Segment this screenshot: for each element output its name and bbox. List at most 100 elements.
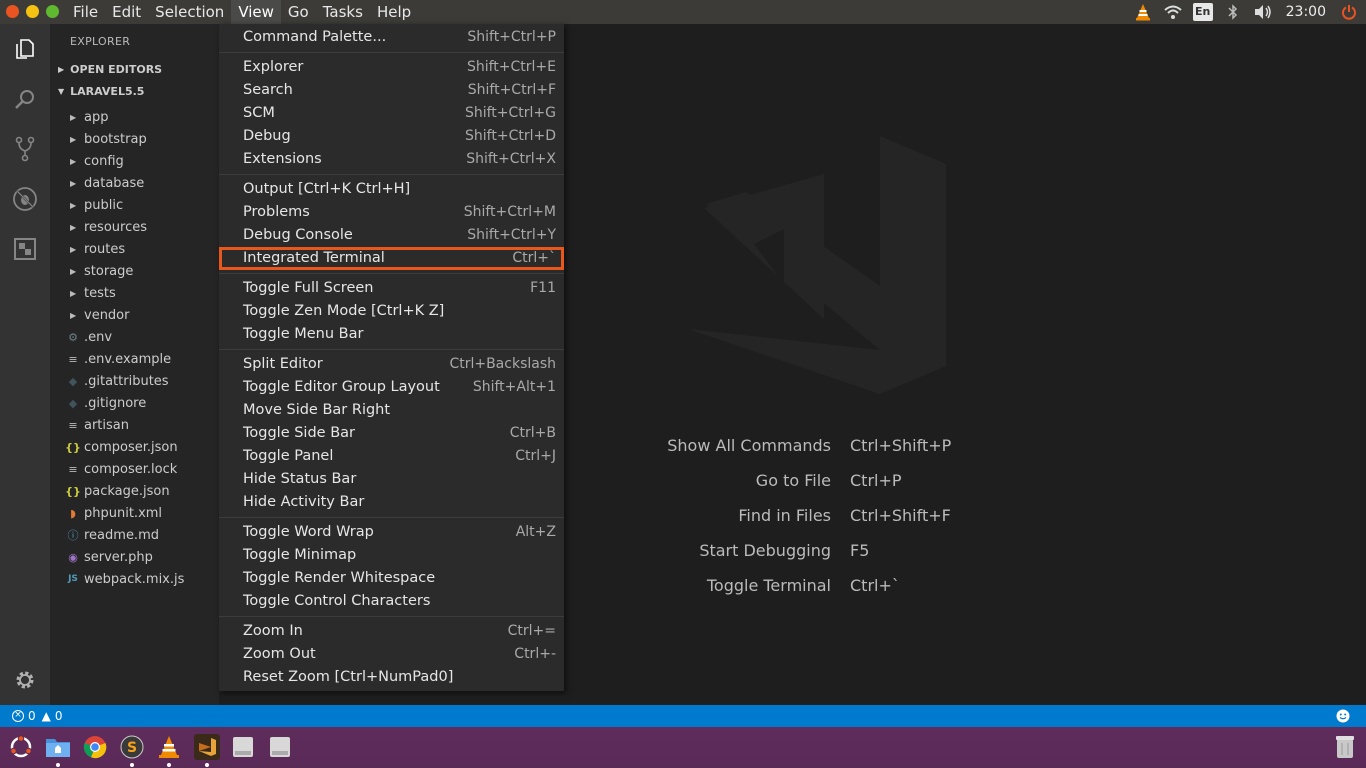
menu-item-integrated-terminal[interactable]: Integrated Terminal Ctrl+` (219, 247, 564, 270)
tree-folder-storage[interactable]: ▶ storage (50, 260, 219, 282)
tree-file-webpack-mix-js[interactable]: JS webpack.mix.js (50, 568, 219, 590)
tree-folder-label: database (84, 175, 145, 191)
menu-item-extensions[interactable]: Extensions Shift+Ctrl+X (219, 148, 564, 171)
clock[interactable]: 23:00 (1286, 4, 1326, 20)
menu-separator (219, 52, 564, 53)
tree-folder-database[interactable]: ▶ database (50, 172, 219, 194)
tree-file-artisan[interactable]: ≡ artisan (50, 414, 219, 436)
menu-item-hide-activity-bar[interactable]: Hide Activity Bar (219, 491, 564, 514)
vscode-icon[interactable] (194, 734, 220, 767)
tree-file-label: .env (84, 329, 113, 345)
menu-item-toggle-editor-group-layout[interactable]: Toggle Editor Group Layout Shift+Alt+1 (219, 376, 564, 399)
trash-icon[interactable] (1332, 734, 1358, 760)
files-folder-icon[interactable] (45, 734, 71, 767)
tree-folder-vendor[interactable]: ▶ vendor (50, 304, 219, 326)
menu-edit[interactable]: Edit (105, 0, 148, 24)
menu-item-debug-console[interactable]: Debug Console Shift+Ctrl+Y (219, 224, 564, 247)
shortcut-label-start-debugging[interactable]: Start Debugging (631, 541, 831, 560)
tree-folder-routes[interactable]: ▶ routes (50, 238, 219, 260)
menu-selection[interactable]: Selection (148, 0, 231, 24)
tree-folder-config[interactable]: ▶ config (50, 150, 219, 172)
tree-folder-resources[interactable]: ▶ resources (50, 216, 219, 238)
menu-item-toggle-minimap[interactable]: Toggle Minimap (219, 544, 564, 567)
tree-folder-label: app (84, 109, 109, 125)
tree-folder-tests[interactable]: ▶ tests (50, 282, 219, 304)
keyboard-language-indicator[interactable]: En (1192, 0, 1214, 24)
menu-file[interactable]: File (66, 0, 105, 24)
settings-gear-icon[interactable] (0, 655, 50, 705)
project-section[interactable]: ▼ LARAVEL5.5 (58, 85, 144, 98)
vlc-icon[interactable] (156, 734, 182, 767)
debug-icon[interactable] (0, 174, 50, 224)
menu-item-zoom-in[interactable]: Zoom In Ctrl+= (219, 620, 564, 643)
search-icon[interactable] (0, 74, 50, 124)
tree-folder-app[interactable]: ▶ app (50, 106, 219, 128)
ubuntu-logo-icon[interactable] (8, 734, 34, 760)
tree-folder-label: bootstrap (84, 131, 147, 147)
system-tray: En 23:00 (1128, 0, 1366, 24)
tree-file-server-php[interactable]: ◉ server.php (50, 546, 219, 568)
menu-item-output-ctrl-k-ctrl-h[interactable]: Output [Ctrl+K Ctrl+H] (219, 178, 564, 201)
drive-icon-2[interactable] (267, 734, 293, 760)
volume-icon[interactable] (1252, 0, 1274, 24)
menu-help[interactable]: Help (370, 0, 418, 24)
tree-file-package-json[interactable]: {} package.json (50, 480, 219, 502)
menu-go[interactable]: Go (281, 0, 316, 24)
menu-item-toggle-render-whitespace[interactable]: Toggle Render Whitespace (219, 567, 564, 590)
tree-file-composer-json[interactable]: {} composer.json (50, 436, 219, 458)
shortcut-label-show-all-commands[interactable]: Show All Commands (631, 436, 831, 455)
feedback-smiley-icon[interactable] (1336, 709, 1350, 726)
menu-item-explorer[interactable]: Explorer Shift+Ctrl+E (219, 56, 564, 79)
menu-item-toggle-zen-mode-ctrl-k-z[interactable]: Toggle Zen Mode [Ctrl+K Z] (219, 300, 564, 323)
menu-tasks[interactable]: Tasks (316, 0, 370, 24)
source-control-icon[interactable] (0, 124, 50, 174)
menu-item-toggle-side-bar[interactable]: Toggle Side Bar Ctrl+B (219, 422, 564, 445)
shortcut-label-go-to-file[interactable]: Go to File (631, 471, 831, 490)
menu-item-toggle-panel[interactable]: Toggle Panel Ctrl+J (219, 445, 564, 468)
tree-file-gitignore[interactable]: ◆ .gitignore (50, 392, 219, 414)
extensions-icon[interactable] (0, 224, 50, 274)
menu-item-label: Integrated Terminal (243, 250, 385, 266)
window-minimize-button[interactable] (26, 5, 39, 18)
menu-item-command-palette[interactable]: Command Palette... Shift+Ctrl+P (219, 26, 564, 49)
window-close-button[interactable] (6, 5, 19, 18)
explorer-icon[interactable] (0, 24, 50, 74)
tree-file-gitattributes[interactable]: ◆ .gitattributes (50, 370, 219, 392)
tree-file-env[interactable]: ⚙ .env (50, 326, 219, 348)
window-maximize-button[interactable] (46, 5, 59, 18)
menu-item-move-side-bar-right[interactable]: Move Side Bar Right (219, 399, 564, 422)
shortcut-label-find-in-files[interactable]: Find in Files (631, 506, 831, 525)
problems-status[interactable]: × 0 ▲ 0 (12, 709, 63, 723)
menu-item-zoom-out[interactable]: Zoom Out Ctrl+- (219, 643, 564, 666)
menu-item-problems[interactable]: Problems Shift+Ctrl+M (219, 201, 564, 224)
shortcut-label-toggle-terminal[interactable]: Toggle Terminal (631, 576, 831, 595)
chrome-icon[interactable] (82, 734, 108, 760)
open-editors-section[interactable]: ▶ OPEN EDITORS (58, 63, 162, 76)
sublime-text-icon[interactable]: S (119, 734, 145, 767)
tree-folder-bootstrap[interactable]: ▶ bootstrap (50, 128, 219, 150)
menu-item-hide-status-bar[interactable]: Hide Status Bar (219, 468, 564, 491)
menu-item-toggle-word-wrap[interactable]: Toggle Word Wrap Alt+Z (219, 521, 564, 544)
bluetooth-icon[interactable] (1222, 0, 1244, 24)
wifi-icon[interactable] (1162, 0, 1184, 24)
menu-item-scm[interactable]: SCM Shift+Ctrl+G (219, 102, 564, 125)
menu-item-label: Hide Activity Bar (243, 494, 365, 510)
running-indicator (205, 763, 209, 767)
tree-file-readme-md[interactable]: ⓘ readme.md (50, 524, 219, 546)
menu-item-toggle-menu-bar[interactable]: Toggle Menu Bar (219, 323, 564, 346)
menu-item-debug[interactable]: Debug Shift+Ctrl+D (219, 125, 564, 148)
menu-item-toggle-full-screen[interactable]: Toggle Full Screen F11 (219, 277, 564, 300)
tree-file-composer-lock[interactable]: ≡ composer.lock (50, 458, 219, 480)
drive-icon-1[interactable] (230, 734, 256, 760)
tree-file-env-example[interactable]: ≡ .env.example (50, 348, 219, 370)
power-icon[interactable] (1338, 0, 1360, 24)
menu-item-reset-zoom-ctrl-numpad0[interactable]: Reset Zoom [Ctrl+NumPad0] (219, 666, 564, 689)
tree-folder-public[interactable]: ▶ public (50, 194, 219, 216)
menu-item-split-editor[interactable]: Split Editor Ctrl+Backslash (219, 353, 564, 376)
menu-item-search[interactable]: Search Shift+Ctrl+F (219, 79, 564, 102)
menu-item-toggle-control-characters[interactable]: Toggle Control Characters (219, 590, 564, 613)
menu-view[interactable]: View (231, 0, 281, 24)
vlc-tray-icon[interactable] (1132, 0, 1154, 24)
app-menus: File Edit Selection View Go Tasks Help (66, 0, 418, 24)
tree-file-phpunit-xml[interactable]: ◗ phpunit.xml (50, 502, 219, 524)
